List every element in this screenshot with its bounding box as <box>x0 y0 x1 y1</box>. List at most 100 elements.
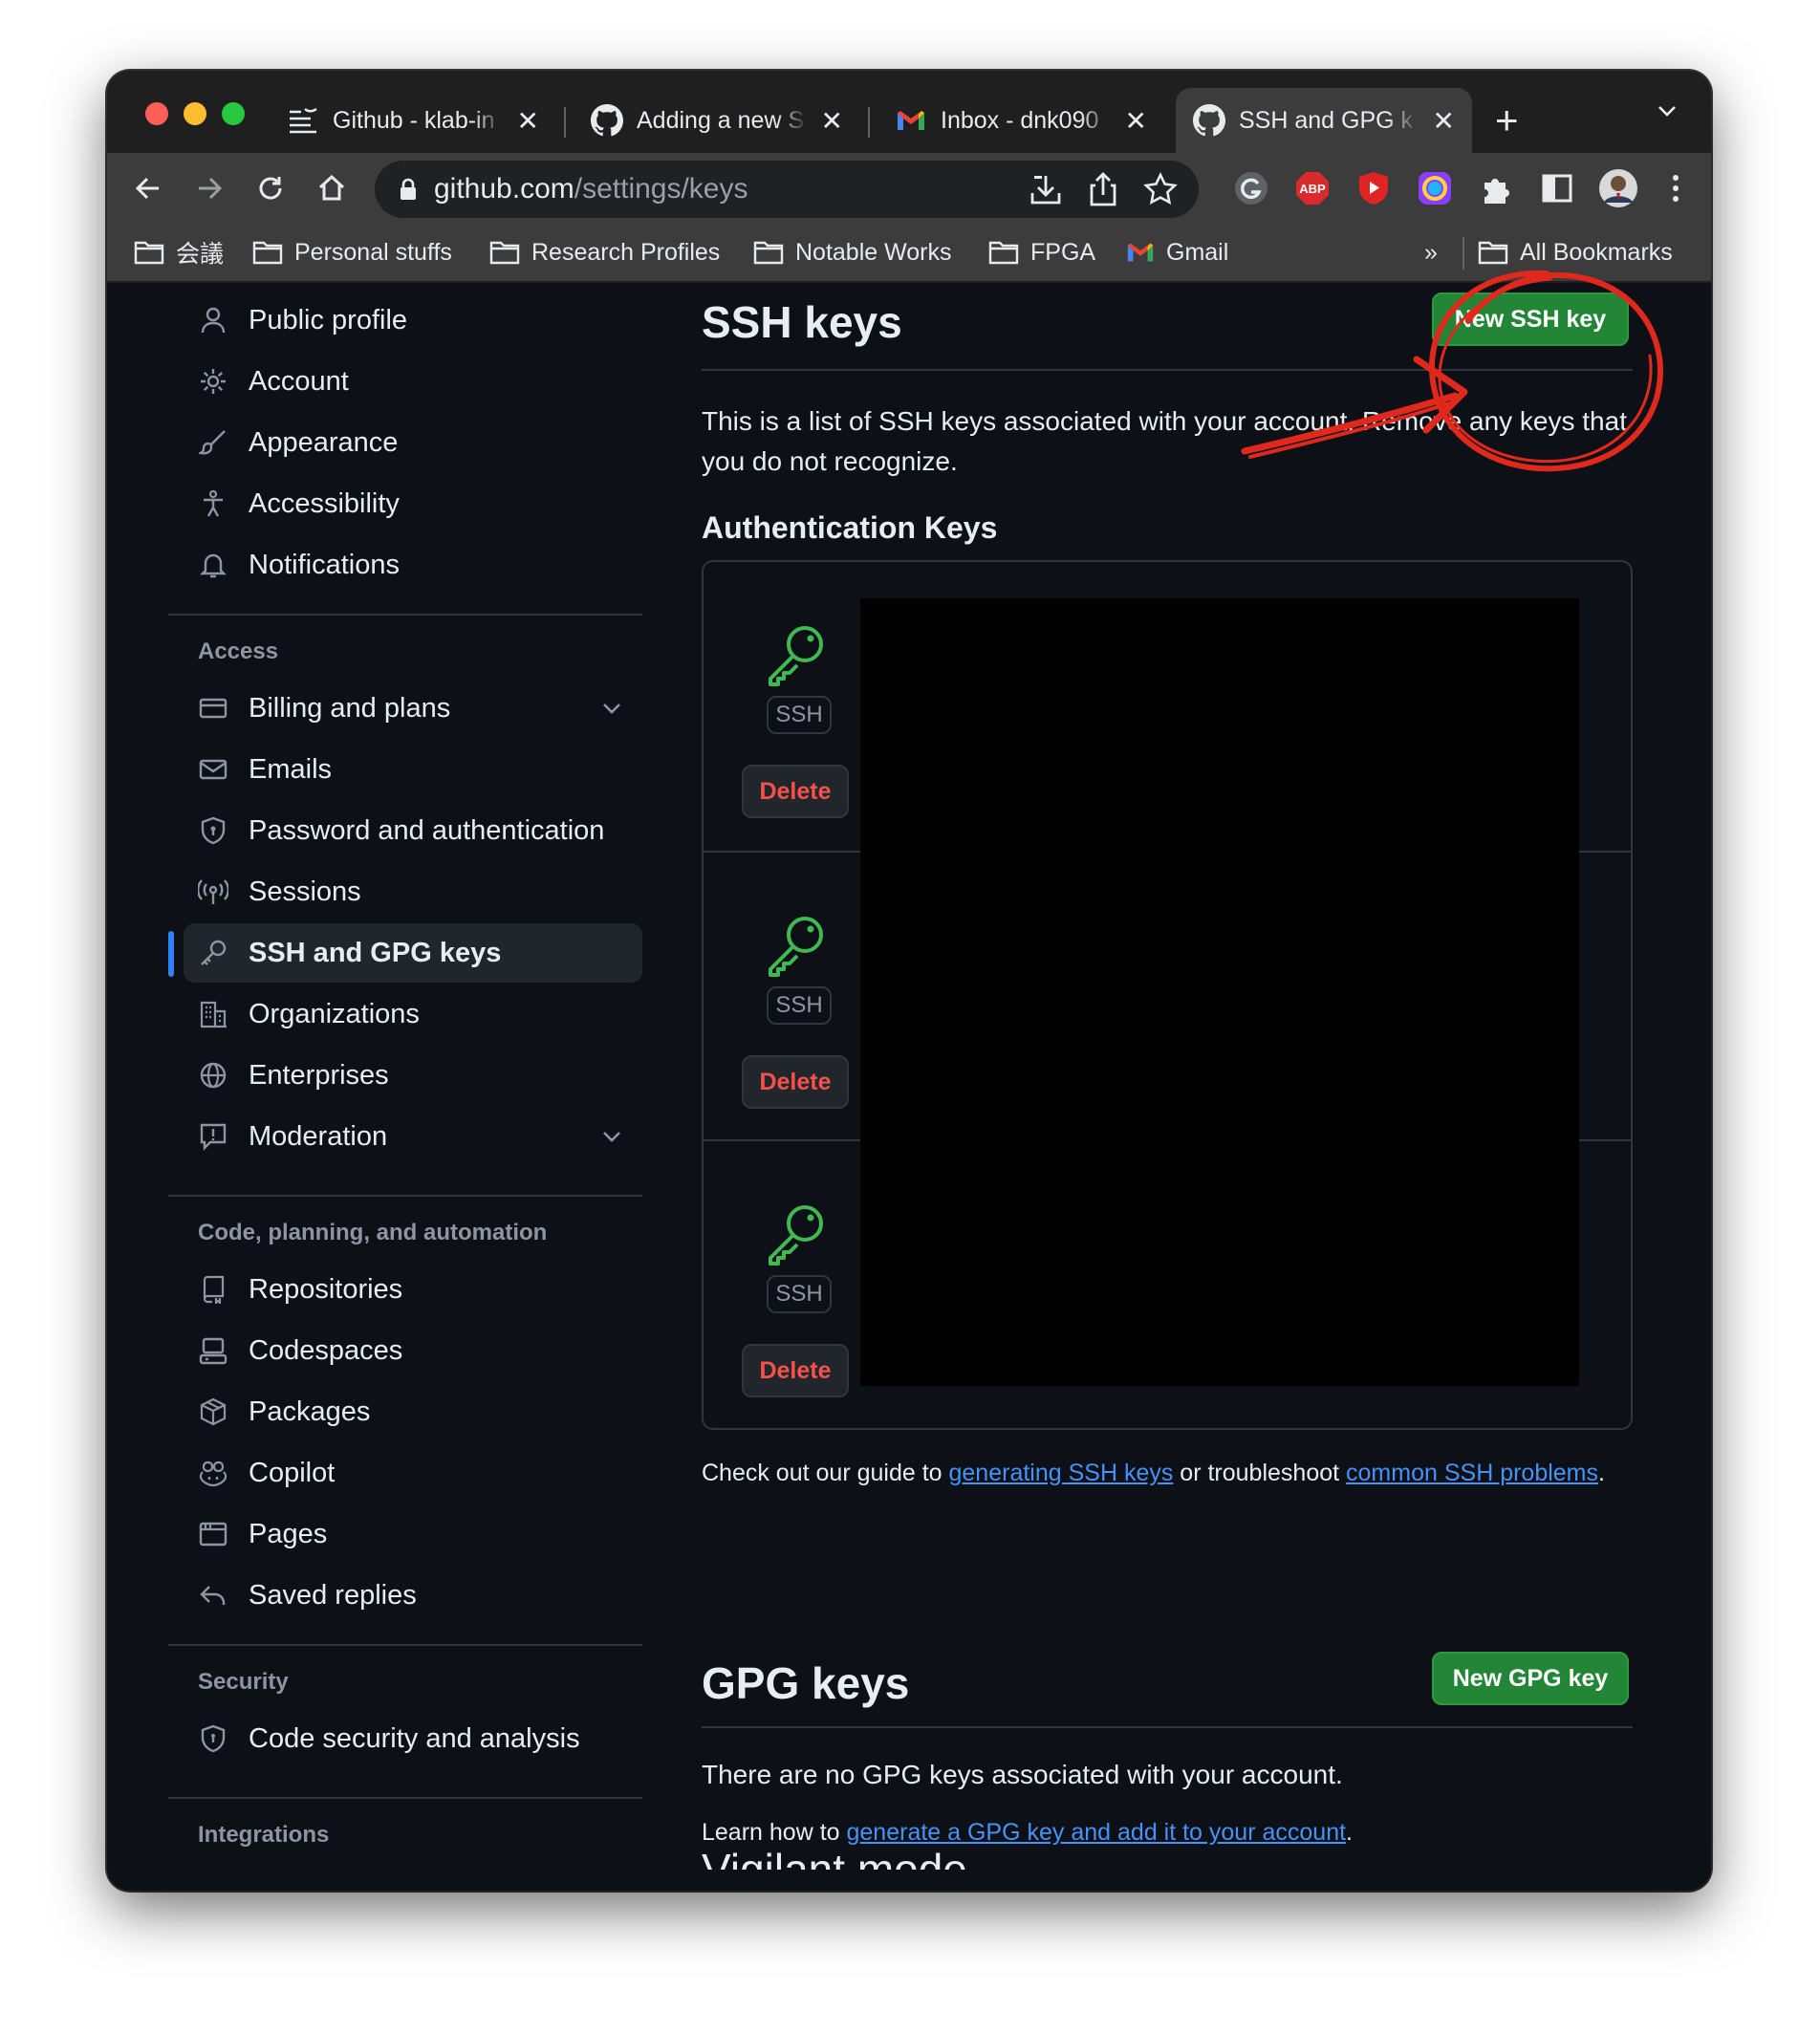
shield-lock-icon <box>197 814 229 847</box>
video-shield-extension-icon[interactable] <box>1354 168 1394 208</box>
browser-tab[interactable]: Github - klab-in ✕ <box>270 88 556 153</box>
chevron-down-icon[interactable] <box>600 1124 623 1156</box>
sidebar-item-emails[interactable]: Emails <box>184 740 642 799</box>
sidebar-item-billing[interactable]: Billing and plans <box>184 679 642 738</box>
bookmarks-overflow-button[interactable]: » <box>1424 233 1438 271</box>
generate-gpg-key-link[interactable]: generate a GPG key and add it to your ac… <box>847 1819 1347 1846</box>
sidebar-item-label: Enterprises <box>249 1059 389 1091</box>
tab-title: Inbox - dnk090 <box>941 106 1099 134</box>
key-icon <box>197 937 229 969</box>
delete-key-button[interactable]: Delete <box>742 765 849 818</box>
profile-avatar[interactable] <box>1598 168 1638 208</box>
bookmark-folder[interactable]: Research Profiles <box>489 233 720 271</box>
sidebar-item-accessibility[interactable]: Accessibility <box>184 474 642 533</box>
share-icon[interactable] <box>1084 170 1122 216</box>
sidebar-item-label: Account <box>249 365 349 397</box>
bookmark-folder[interactable]: 会議 <box>134 233 224 271</box>
bookmark-label: Research Profiles <box>531 238 721 266</box>
codespaces-icon <box>197 1334 229 1367</box>
tab-close-icon[interactable]: ✕ <box>1125 105 1147 137</box>
bookmark-folder[interactable]: FPGA <box>988 233 1095 271</box>
new-gpg-key-button[interactable]: New GPG key <box>1432 1652 1629 1705</box>
sidebar-item-public-profile[interactable]: Public profile <box>184 291 642 350</box>
tab-search-chevron-icon[interactable] <box>1656 99 1679 127</box>
home-icon[interactable] <box>312 168 352 208</box>
new-tab-button[interactable]: + <box>1495 92 1519 149</box>
sidebar-item-moderation[interactable]: Moderation <box>184 1107 642 1166</box>
tab-close-icon[interactable]: ✕ <box>517 105 539 137</box>
sidebar-item-label: Emails <box>249 753 333 785</box>
forward-arrow-icon[interactable] <box>189 168 229 208</box>
bookmark-gmail[interactable]: Gmail <box>1126 233 1228 271</box>
bookmark-star-icon[interactable] <box>1141 170 1180 216</box>
tab-close-icon[interactable]: ✕ <box>1433 105 1455 137</box>
bookmark-label: Personal stuffs <box>294 238 452 266</box>
back-arrow-icon[interactable] <box>128 168 168 208</box>
lock-icon[interactable] <box>400 178 417 201</box>
sidebar-item-copilot[interactable]: Copilot <box>184 1443 642 1503</box>
sidebar-item-packages[interactable]: Packages <box>184 1382 642 1441</box>
bookmark-folder[interactable]: Personal stuffs <box>252 233 452 271</box>
side-panel-icon[interactable] <box>1537 168 1577 208</box>
sidebar-item-label: Codespaces <box>249 1334 403 1366</box>
puzzle-extensions-icon[interactable] <box>1476 168 1516 208</box>
mail-icon <box>197 753 229 786</box>
sidebar-item-saved-replies[interactable]: Saved replies <box>184 1566 642 1625</box>
github-icon <box>591 104 623 137</box>
maximize-window-button[interactable] <box>222 102 245 125</box>
sidebar-item-label: Organizations <box>249 998 420 1029</box>
sidebar-item-codespaces[interactable]: Codespaces <box>184 1321 642 1380</box>
sidebar-heading-security: Security <box>198 1669 289 1695</box>
sidebar-item-notifications[interactable]: Notifications <box>184 535 642 595</box>
gmail-icon <box>1126 241 1155 264</box>
browser-tab[interactable]: Adding a new S ✕ <box>574 88 860 153</box>
sidebar-item-sessions[interactable]: Sessions <box>184 862 642 921</box>
sidebar-item-appearance[interactable]: Appearance <box>184 413 642 472</box>
paintbrush-icon <box>197 426 229 459</box>
browser-menu-icon[interactable] <box>1656 168 1696 208</box>
new-ssh-key-button[interactable]: New SSH key <box>1432 292 1629 346</box>
sidebar-item-password-authentication[interactable]: Password and authentication <box>184 801 642 860</box>
browser-tab[interactable]: Inbox - dnk090 ✕ <box>878 88 1164 153</box>
sidebar-item-label: Notifications <box>249 549 400 580</box>
globe-icon <box>197 1059 229 1092</box>
generating-ssh-keys-link[interactable]: generating SSH keys <box>949 1460 1174 1486</box>
sidebar-item-pages[interactable]: Pages <box>184 1504 642 1564</box>
close-window-button[interactable] <box>145 102 168 125</box>
shield-icon <box>197 1722 229 1755</box>
sidebar-item-enterprises[interactable]: Enterprises <box>184 1046 642 1105</box>
browser-tab-active[interactable]: SSH and GPG k ✕ <box>1176 88 1472 153</box>
install-app-icon[interactable] <box>1027 170 1065 216</box>
tab-close-icon[interactable]: ✕ <box>821 105 843 137</box>
sidebar-item-ssh-gpg-keys[interactable]: SSH and GPG keys <box>184 923 642 983</box>
bookmark-folder[interactable]: Notable Works <box>753 233 952 271</box>
gear-icon <box>197 365 229 398</box>
adblock-plus-icon[interactable]: ABP <box>1292 168 1332 208</box>
tab-title: Adding a new S <box>637 106 805 134</box>
ssh-badge: SSH <box>767 1275 832 1313</box>
bell-icon <box>197 549 229 581</box>
reload-icon[interactable] <box>250 168 291 208</box>
color-picker-extension-icon[interactable] <box>1415 168 1455 208</box>
chevron-down-icon[interactable] <box>600 696 623 727</box>
folder-icon <box>1478 240 1508 265</box>
all-bookmarks-button[interactable]: All Bookmarks <box>1478 233 1673 271</box>
tab-separator <box>564 107 566 138</box>
sidebar-item-organizations[interactable]: Organizations <box>184 985 642 1044</box>
address-bar[interactable]: github.com/settings/keys <box>375 161 1199 218</box>
sidebar-item-label: Repositories <box>249 1273 403 1305</box>
section-divider <box>702 1726 1633 1728</box>
grammarly-icon[interactable] <box>1231 168 1271 208</box>
sidebar-item-account[interactable]: Account <box>184 352 642 411</box>
address-bar-actions <box>1027 170 1180 216</box>
delete-key-button[interactable]: Delete <box>742 1055 849 1109</box>
delete-key-button[interactable]: Delete <box>742 1344 849 1397</box>
sidebar-item-code-security[interactable]: Code security and analysis <box>184 1709 642 1768</box>
minimize-window-button[interactable] <box>184 102 206 125</box>
sidebar-item-label: Pages <box>249 1518 328 1549</box>
common-ssh-problems-link[interactable]: common SSH problems <box>1346 1460 1598 1486</box>
sidebar-item-label: Password and authentication <box>249 814 605 846</box>
sidebar-item-repositories[interactable]: Repositories <box>184 1260 642 1319</box>
folder-icon <box>489 240 520 265</box>
settings-page: Public profile Account Appearance Access… <box>107 283 1711 1891</box>
